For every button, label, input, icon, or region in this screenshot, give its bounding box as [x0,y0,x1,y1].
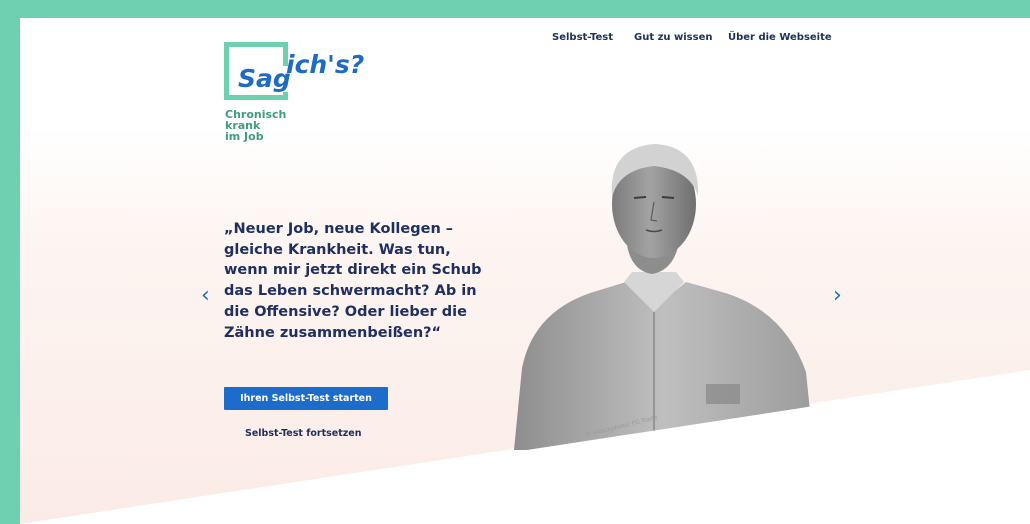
chevron-left-icon[interactable]: ‹ [201,285,210,307]
logo-word-sag: Sag [236,64,293,93]
nav-link-ueber-die-webseite[interactable]: Über die Webseite [728,32,832,43]
page: Sag ich's? Chronisch krank im Job Selbst… [20,18,1030,524]
logo-subtitle: Chronisch krank im Job [225,109,305,142]
continue-self-test-link[interactable]: Selbst-Test fortsetzen [245,428,362,439]
site-logo[interactable]: Sag ich's? Chronisch krank im Job [224,42,364,162]
portrait-photo [514,144,814,450]
start-self-test-button[interactable]: Ihren Selbst-Test starten [224,387,388,410]
nav-link-gut-zu-wissen[interactable]: Gut zu wissen [634,32,712,43]
nav-link-selbst-test[interactable]: Selbst-Test [552,32,613,43]
logo-subtitle-line: im Job [225,130,264,143]
logo-word-ichs: ich's? [286,50,365,79]
chevron-right-icon[interactable]: › [833,285,842,307]
hero-quote: „Neuer Job, neue Kollegen – gleiche Kran… [224,221,482,341]
